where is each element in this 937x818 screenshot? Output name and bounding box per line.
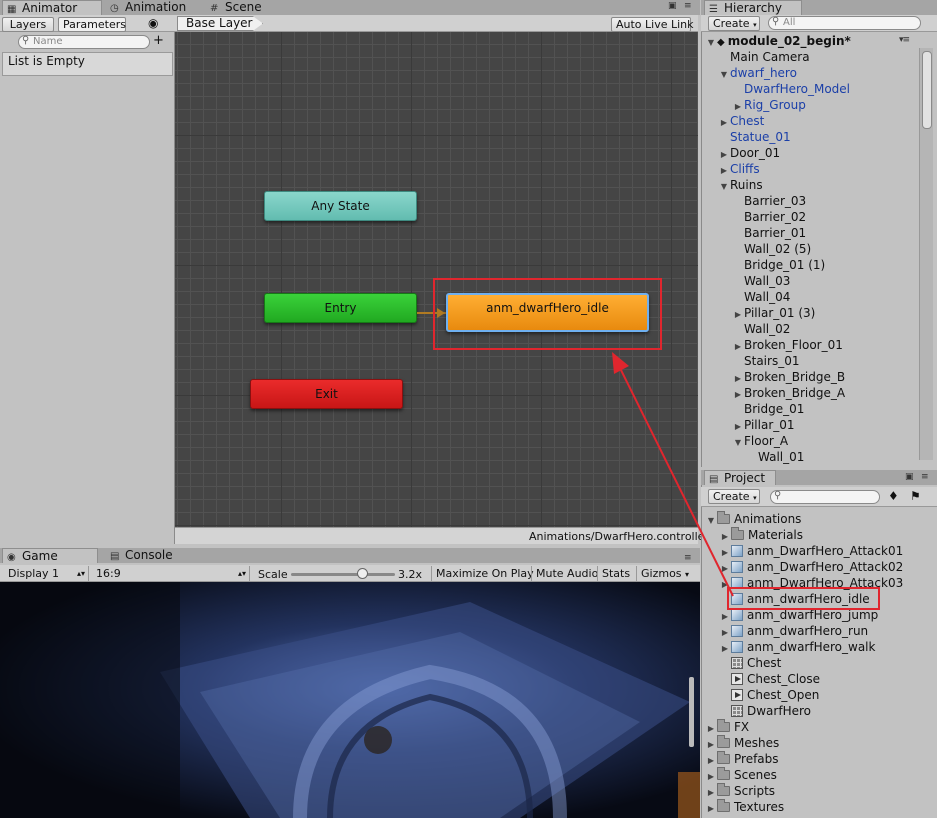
annotation-arrow — [612, 352, 734, 597]
annotation-arrow-line — [618, 365, 734, 597]
